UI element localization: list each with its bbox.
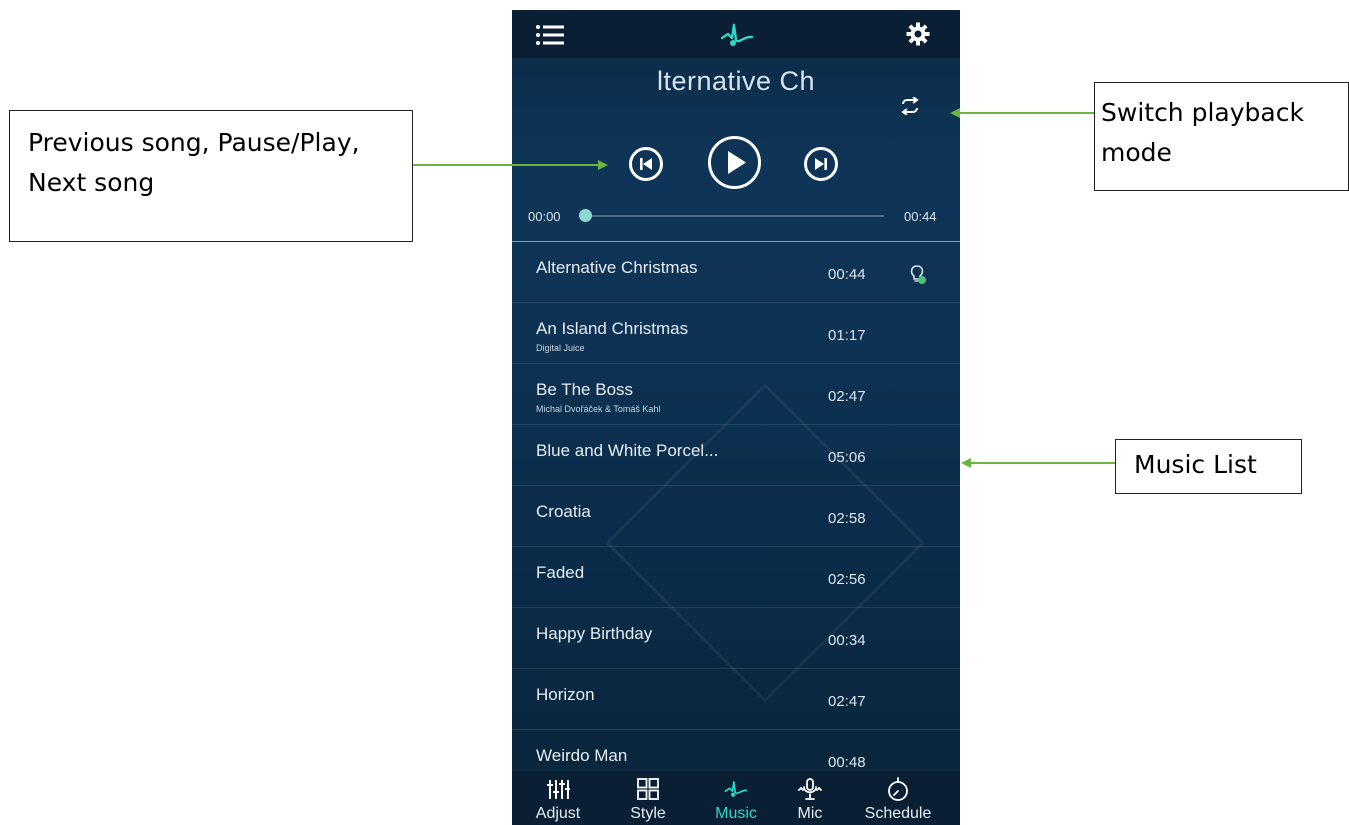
annotation-music-list: Music List	[1115, 439, 1302, 494]
annotation-line: mode	[1101, 138, 1172, 167]
tab-mic[interactable]: Mic	[770, 771, 850, 825]
list-item[interactable]: Blue and White Porcel... 05:06	[512, 425, 960, 486]
arrowhead	[961, 458, 971, 468]
tab-label: Music	[715, 805, 757, 822]
tab-adjust[interactable]: Adjust	[518, 771, 598, 825]
song-title: Happy Birthday	[536, 624, 653, 643]
top-bar	[512, 10, 960, 58]
previous-song-button[interactable]	[629, 147, 663, 181]
repeat-icon[interactable]	[899, 97, 921, 115]
song-duration: 05:06	[828, 449, 866, 466]
timer-icon	[888, 777, 908, 801]
progress-bar[interactable]	[586, 215, 884, 217]
song-duration: 00:34	[828, 632, 866, 649]
annotation-line: Music List	[1134, 450, 1257, 479]
song-duration: 01:17	[828, 327, 866, 344]
song-duration: 00:44	[828, 266, 866, 283]
tab-schedule[interactable]: Schedule	[858, 771, 938, 825]
song-duration: 02:47	[828, 693, 866, 710]
menu-icon[interactable]	[536, 24, 564, 46]
song-duration: 02:47	[828, 388, 866, 405]
equalizer-icon	[547, 780, 570, 799]
list-item[interactable]: Croatia 02:58	[512, 486, 960, 547]
song-title: Horizon	[536, 685, 595, 704]
song-title: Weirdo Man	[536, 746, 628, 765]
annotation-playback-mode: Switch playback mode	[1094, 82, 1349, 191]
music-note-logo-icon	[720, 23, 754, 46]
total-time: 00:44	[904, 209, 937, 224]
list-item[interactable]: Alternative Christmas 00:44	[512, 242, 960, 303]
bulb-playing-icon	[910, 265, 926, 284]
play-icon	[728, 151, 746, 174]
annotation-line: Switch playback	[1101, 98, 1304, 127]
song-title: Croatia	[536, 502, 591, 521]
tab-label: Schedule	[864, 805, 932, 822]
song-artist: Michal Dvořáček & Tomáš Kahl	[536, 404, 661, 414]
list-item[interactable]: Horizon 02:47	[512, 669, 960, 730]
song-title: Faded	[536, 563, 585, 582]
phone-screen: lternative Ch 00:00 00:44 Alternative Ch…	[512, 10, 960, 825]
list-item[interactable]: Happy Birthday 00:34	[512, 608, 960, 669]
tab-label: Mic	[797, 805, 823, 822]
tab-label: Adjust	[535, 805, 581, 822]
annotation-line: Previous song, Pause/Play,	[28, 128, 360, 157]
now-playing-title: lternative Ch	[656, 66, 816, 96]
song-artist: Digital Juice	[536, 343, 585, 353]
song-title: An Island Christmas	[536, 319, 689, 338]
annotation-playback-controls: Previous song, Pause/Play, Next song	[9, 110, 413, 242]
song-duration: 02:58	[828, 510, 866, 527]
music-list: Alternative Christmas 00:44 An Island Ch…	[512, 242, 960, 791]
tab-music[interactable]: Music	[696, 771, 776, 825]
progress-handle[interactable]	[579, 209, 592, 222]
microphone-icon	[798, 778, 822, 800]
elapsed-time: 00:00	[528, 209, 561, 224]
skip-previous-icon	[640, 158, 652, 170]
tab-style[interactable]: Style	[608, 771, 688, 825]
annotation-line: Next song	[28, 168, 155, 197]
list-item[interactable]: Faded 02:56	[512, 547, 960, 608]
song-duration: 02:56	[828, 571, 866, 588]
song-duration: 00:48	[828, 754, 866, 771]
next-song-button[interactable]	[804, 147, 838, 181]
music-note-icon	[724, 781, 748, 797]
song-title: Blue and White Porcel...	[536, 441, 719, 460]
gear-icon[interactable]	[906, 22, 930, 46]
list-item[interactable]: Be The Boss Michal Dvořáček & Tomáš Kahl…	[512, 364, 960, 425]
song-title: Alternative Christmas	[536, 258, 698, 277]
list-item[interactable]: An Island Christmas Digital Juice 01:17	[512, 303, 960, 364]
play-pause-button[interactable]	[708, 136, 761, 189]
tab-label: Style	[630, 805, 666, 822]
bottom-tab-bar: Adjust Style Music Mic Schedule	[512, 771, 960, 825]
grid-icon	[637, 778, 659, 800]
skip-next-icon	[815, 158, 827, 170]
song-title: Be The Boss	[536, 380, 634, 399]
